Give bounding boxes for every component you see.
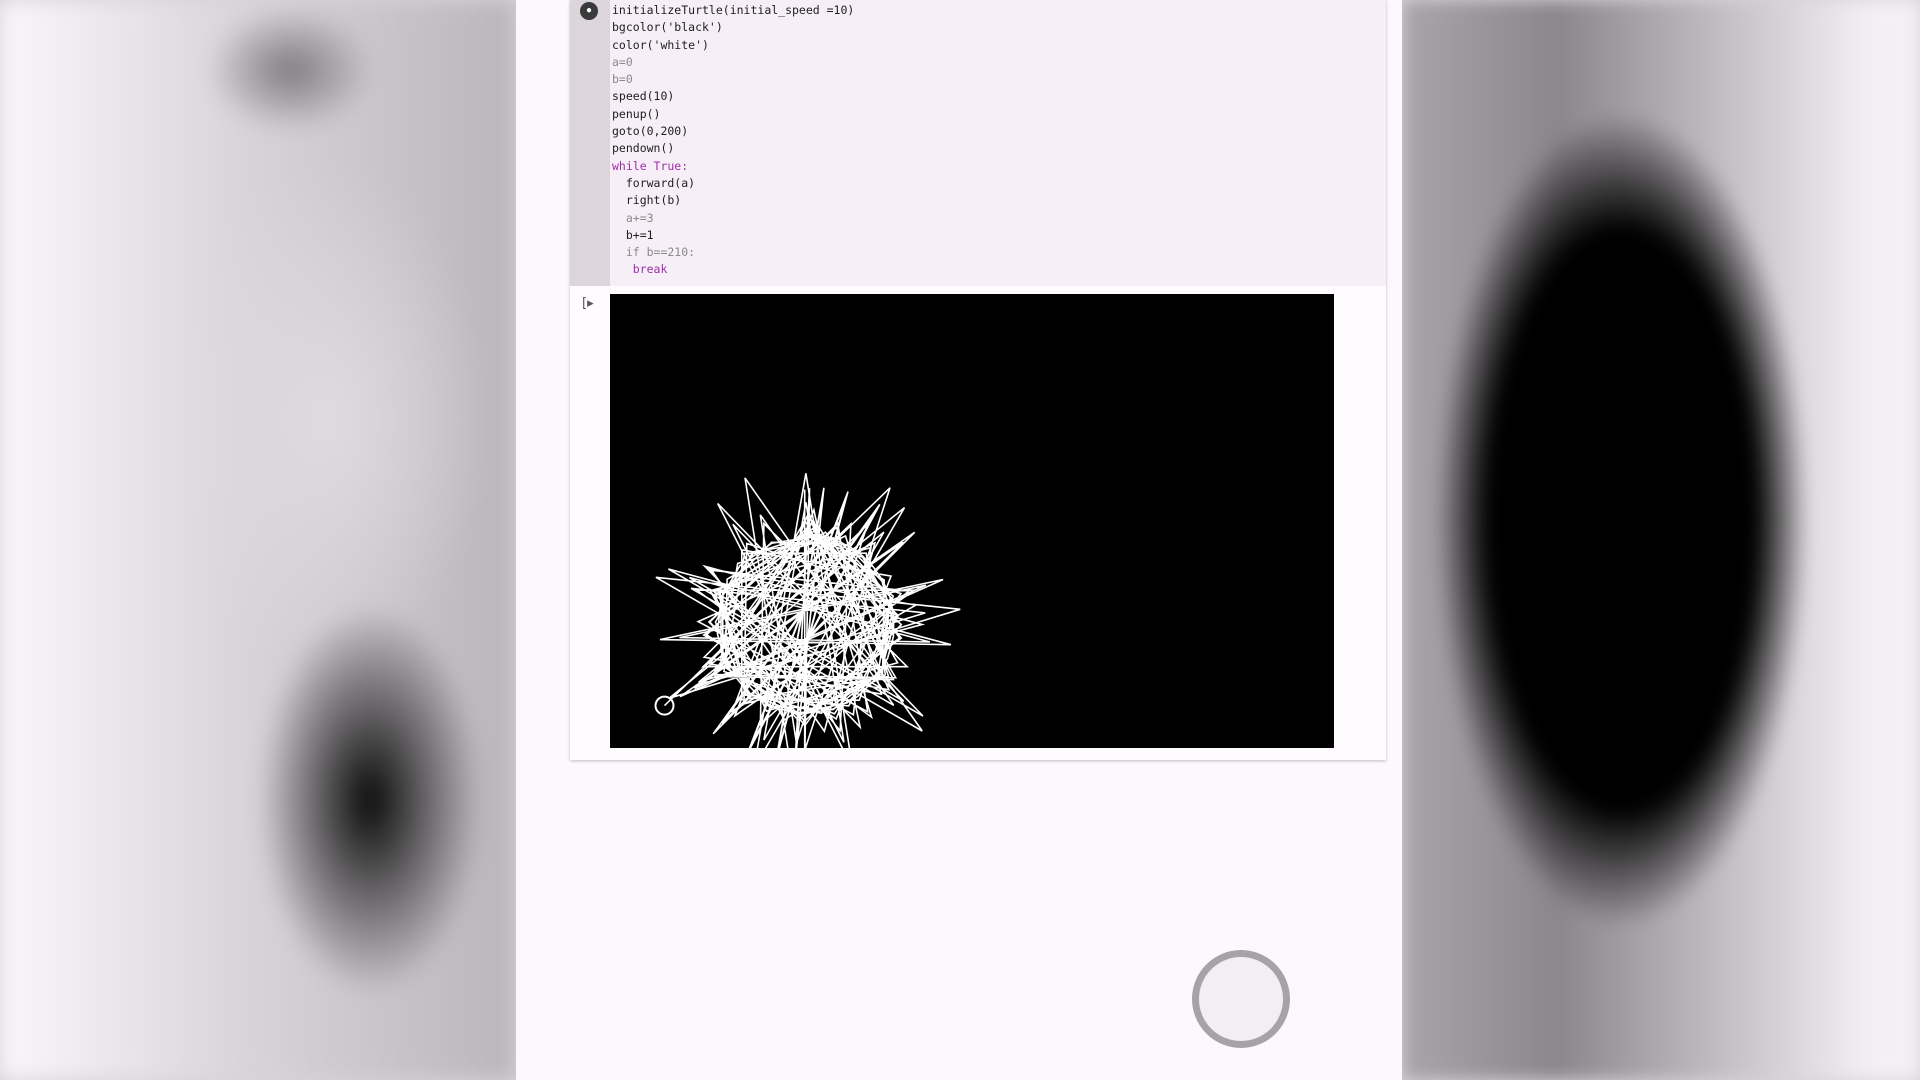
code-line: bgcolor('black')	[612, 20, 723, 35]
turtle-drawing	[654, 473, 961, 748]
turtle-path	[655, 473, 961, 748]
code-line: while True:	[612, 158, 689, 173]
code-line: a+=3	[612, 210, 654, 225]
code-line: b=0	[612, 72, 633, 87]
home-button[interactable]	[1192, 950, 1290, 1048]
output-icon[interactable]: [▸	[582, 296, 594, 311]
code-line: goto(0,200)	[612, 124, 689, 139]
run-cell-icon[interactable]: ●	[580, 2, 598, 20]
code-line: color('white')	[612, 37, 709, 52]
code-line: b+=1	[612, 227, 654, 242]
blurred-background-right	[1402, 0, 1920, 1080]
cell-output: [▸	[570, 292, 1386, 760]
notebook-cell[interactable]: ● initializeTurtle(initial_speed =10) bg…	[570, 0, 1386, 760]
code-line: initializeTurtle(initial_speed =10)	[612, 3, 855, 17]
cell-gutter: ●	[570, 0, 610, 286]
turtle-canvas	[610, 294, 1334, 748]
code-editor[interactable]: ● initializeTurtle(initial_speed =10) bg…	[570, 0, 1386, 286]
code-line: right(b)	[612, 193, 682, 208]
code-line: a=0	[612, 54, 633, 69]
phone-screen: ● initializeTurtle(initial_speed =10) bg…	[516, 0, 1402, 1080]
code-line: forward(a)	[612, 175, 696, 190]
code-block[interactable]: initializeTurtle(initial_speed =10) bgco…	[612, 2, 854, 279]
code-line: break	[612, 262, 668, 277]
code-line: speed(10)	[612, 89, 675, 104]
blurred-background-left	[0, 0, 516, 1080]
code-line: if b==210:	[612, 245, 696, 260]
code-line: pendown()	[612, 141, 675, 156]
code-line: penup()	[612, 106, 661, 121]
